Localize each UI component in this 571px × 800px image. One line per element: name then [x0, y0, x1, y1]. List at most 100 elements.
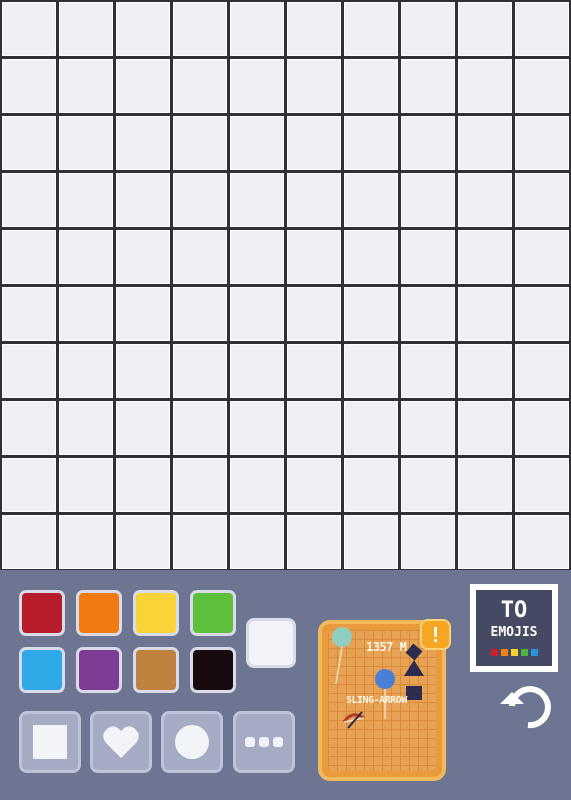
- grid-cell[interactable]: [115, 115, 170, 170]
- grid-cell[interactable]: [344, 400, 399, 455]
- color-swatch-red[interactable]: [19, 590, 65, 636]
- grid-cell[interactable]: [401, 286, 456, 341]
- square-tool-button[interactable]: [19, 711, 81, 773]
- grid-cell[interactable]: [515, 115, 570, 170]
- grid-cell[interactable]: [458, 343, 513, 398]
- grid-cell[interactable]: [401, 229, 456, 284]
- color-swatch-yellow[interactable]: [133, 590, 179, 636]
- grid-cell[interactable]: [515, 514, 570, 569]
- more-tool-button[interactable]: [233, 711, 295, 773]
- grid-cell[interactable]: [458, 457, 513, 512]
- grid-cell[interactable]: [287, 343, 342, 398]
- grid-cell[interactable]: [401, 58, 456, 113]
- grid-cell[interactable]: [344, 115, 399, 170]
- grid-cell[interactable]: [58, 229, 113, 284]
- grid-cell[interactable]: [287, 514, 342, 569]
- color-swatch-black[interactable]: [190, 647, 236, 693]
- circle-tool-button[interactable]: [161, 711, 223, 773]
- grid-cell[interactable]: [172, 514, 227, 569]
- grid-cell[interactable]: [344, 343, 399, 398]
- grid-cell[interactable]: [229, 172, 284, 227]
- grid-cell[interactable]: [115, 172, 170, 227]
- grid-cell[interactable]: [229, 343, 284, 398]
- grid-cell[interactable]: [515, 229, 570, 284]
- grid-cell[interactable]: [515, 343, 570, 398]
- grid-cell[interactable]: [172, 343, 227, 398]
- to-emojis-button[interactable]: TO EMOJIS: [470, 584, 558, 672]
- grid-cell[interactable]: [172, 400, 227, 455]
- grid-cell[interactable]: [172, 229, 227, 284]
- color-swatch-brown[interactable]: [133, 647, 179, 693]
- grid-cell[interactable]: [1, 400, 56, 455]
- grid-cell[interactable]: [1, 115, 56, 170]
- grid-cell[interactable]: [287, 400, 342, 455]
- grid-cell[interactable]: [229, 1, 284, 56]
- grid-cell[interactable]: [458, 229, 513, 284]
- grid-cell[interactable]: [458, 400, 513, 455]
- grid-cell[interactable]: [515, 172, 570, 227]
- grid-cell[interactable]: [172, 286, 227, 341]
- grid-cell[interactable]: [115, 343, 170, 398]
- grid-cell[interactable]: [229, 229, 284, 284]
- grid-cell[interactable]: [229, 514, 284, 569]
- grid-cell[interactable]: [458, 1, 513, 56]
- color-swatch-purple[interactable]: [76, 647, 122, 693]
- grid-cell[interactable]: [287, 172, 342, 227]
- grid-cell[interactable]: [115, 457, 170, 512]
- grid-cell[interactable]: [115, 514, 170, 569]
- grid-cell[interactable]: [58, 400, 113, 455]
- grid-cell[interactable]: [1, 172, 56, 227]
- grid-cell[interactable]: [115, 1, 170, 56]
- grid-cell[interactable]: [458, 514, 513, 569]
- grid-cell[interactable]: [401, 514, 456, 569]
- grid-cell[interactable]: [58, 457, 113, 512]
- grid-cell[interactable]: [229, 457, 284, 512]
- grid-cell[interactable]: [172, 58, 227, 113]
- grid-cell[interactable]: [229, 58, 284, 113]
- color-swatch-blue[interactable]: [19, 647, 65, 693]
- grid-cell[interactable]: [401, 343, 456, 398]
- grid-cell[interactable]: [401, 1, 456, 56]
- grid-cell[interactable]: [172, 457, 227, 512]
- grid-cell[interactable]: [115, 286, 170, 341]
- grid-cell[interactable]: [458, 58, 513, 113]
- grid-cell[interactable]: [58, 1, 113, 56]
- grid-cell[interactable]: [1, 58, 56, 113]
- grid-cell[interactable]: [115, 400, 170, 455]
- alert-badge[interactable]: !: [420, 619, 451, 650]
- grid-cell[interactable]: [344, 1, 399, 56]
- grid-cell[interactable]: [58, 286, 113, 341]
- grid-cell[interactable]: [287, 457, 342, 512]
- color-swatch-green[interactable]: [190, 590, 236, 636]
- grid-cell[interactable]: [515, 286, 570, 341]
- grid-cell[interactable]: [401, 457, 456, 512]
- grid-cell[interactable]: [344, 229, 399, 284]
- drawing-grid[interactable]: [0, 0, 571, 570]
- grid-cell[interactable]: [458, 172, 513, 227]
- grid-cell[interactable]: [1, 229, 56, 284]
- grid-cell[interactable]: [344, 286, 399, 341]
- grid-cell[interactable]: [344, 457, 399, 512]
- grid-cell[interactable]: [229, 286, 284, 341]
- grid-cell[interactable]: [287, 115, 342, 170]
- grid-cell[interactable]: [344, 172, 399, 227]
- color-swatch-orange[interactable]: [76, 590, 122, 636]
- grid-cell[interactable]: [115, 229, 170, 284]
- grid-cell[interactable]: [515, 1, 570, 56]
- grid-cell[interactable]: [287, 229, 342, 284]
- grid-cell[interactable]: [515, 400, 570, 455]
- grid-cell[interactable]: [1, 457, 56, 512]
- grid-cell[interactable]: [287, 58, 342, 113]
- grid-cell[interactable]: [458, 115, 513, 170]
- grid-cell[interactable]: [58, 115, 113, 170]
- grid-cell[interactable]: [229, 400, 284, 455]
- grid-cell[interactable]: [229, 115, 284, 170]
- grid-cell[interactable]: [401, 400, 456, 455]
- grid-cell[interactable]: [401, 115, 456, 170]
- grid-cell[interactable]: [344, 58, 399, 113]
- grid-cell[interactable]: [287, 1, 342, 56]
- grid-cell[interactable]: [515, 58, 570, 113]
- grid-cell[interactable]: [58, 514, 113, 569]
- grid-cell[interactable]: [58, 58, 113, 113]
- grid-cell[interactable]: [1, 514, 56, 569]
